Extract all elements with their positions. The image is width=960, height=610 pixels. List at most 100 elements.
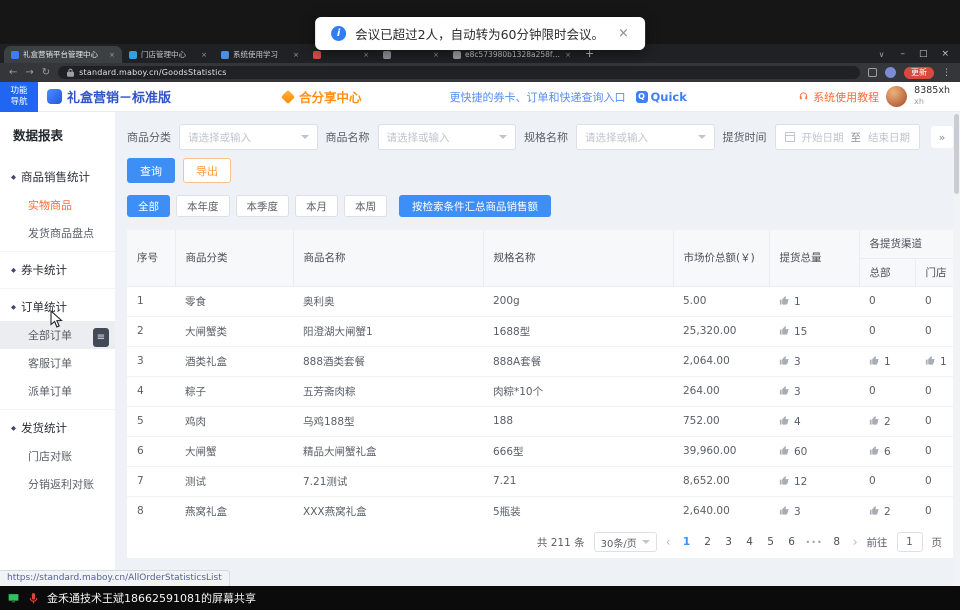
pagination: 共 211 条 30条/页 123456•••8 前往 页 — [127, 526, 960, 558]
page-number[interactable]: 3 — [722, 536, 736, 548]
sidebar-group-label-shipping-stats[interactable]: 发货统计 — [0, 414, 115, 442]
extensions-icon[interactable] — [868, 68, 877, 77]
sidebar-group-product-sales: 商品销售统计 实物商品 发货商品盘点 — [0, 159, 115, 251]
sidebar-item-rebate-reconciliation[interactable]: 分销返利对账 — [0, 470, 115, 498]
maximize-button[interactable] — [912, 49, 935, 59]
table-cell: 粽子 — [175, 376, 293, 406]
sidebar-group-shipping-stats: 发货统计 门店对账 分销返利对账 — [0, 409, 115, 502]
monitor-icon — [7, 592, 20, 605]
minimize-button[interactable] — [893, 49, 912, 59]
sidebar-group-coupon-stats: 券卡统计 — [0, 251, 115, 288]
table-body: 1零食奥利奥200g5.001002大闸蟹类阳澄湖大闸蟹11688型25,320… — [127, 286, 960, 526]
quick-tab-month[interactable]: 本月 — [295, 195, 338, 217]
forward-icon[interactable] — [25, 68, 33, 78]
tab-title: 门店管理中心 — [141, 49, 197, 60]
quick-tab-all[interactable]: 全部 — [127, 195, 170, 217]
sidebar-item-physical-goods[interactable]: 实物商品 — [0, 191, 115, 219]
channel-cell: 15 — [769, 316, 859, 346]
browser-tab[interactable]: 门店管理中心 — [122, 46, 214, 63]
group-label-text: 发货统计 — [21, 420, 67, 436]
table-cell: 888A套餐 — [483, 346, 673, 376]
sidebar-item-dispatch-orders[interactable]: 派单订单 — [0, 377, 115, 405]
share-center-link[interactable]: 合分享中心 — [283, 87, 362, 106]
sidebar-group-label-product-sales[interactable]: 商品销售统计 — [0, 163, 115, 191]
browser-tab[interactable]: 系统使用学习 — [214, 46, 306, 63]
channel-cell: 2 — [859, 406, 915, 436]
toast-close-icon[interactable] — [618, 26, 629, 41]
user-avatar[interactable] — [886, 86, 907, 107]
browser-update-badge[interactable]: 更新 — [904, 67, 934, 79]
page-number[interactable]: 1 — [680, 536, 694, 548]
sidebar-item-service-orders[interactable]: 客服订单 — [0, 349, 115, 377]
url-bar[interactable]: standard.maboy.cn/GoodsStatistics — [58, 66, 860, 79]
tab-close-icon[interactable] — [293, 51, 299, 59]
action-row: 查询 导出 — [127, 158, 960, 183]
back-icon[interactable] — [9, 68, 17, 78]
tab-close-icon[interactable] — [433, 51, 439, 59]
date-start-placeholder: 开始日期 — [802, 130, 844, 145]
sidebar-drag-handle[interactable] — [93, 328, 109, 347]
date-range-picker[interactable]: 开始日期 至 结束日期 — [775, 124, 921, 150]
tab-close-icon[interactable] — [363, 51, 369, 59]
quick-tab-quarter[interactable]: 本季度 — [236, 195, 290, 217]
sidebar-item-store-reconciliation[interactable]: 门店对账 — [0, 442, 115, 470]
thumb-up-icon — [779, 325, 790, 336]
page-number[interactable]: 2 — [701, 536, 715, 548]
next-page-icon[interactable] — [853, 535, 858, 549]
function-nav-button[interactable]: 功能 导航 — [0, 82, 38, 112]
page-size-select[interactable]: 30条/页 — [594, 532, 657, 552]
quick-tab-week[interactable]: 本周 — [344, 195, 387, 217]
sidebar-group-label-coupon-stats[interactable]: 券卡统计 — [0, 256, 115, 284]
page-number[interactable]: 5 — [764, 536, 778, 548]
close-window-button[interactable] — [934, 49, 956, 59]
goto-page-input[interactable] — [897, 532, 923, 552]
scrollbar-thumb[interactable] — [954, 114, 959, 194]
prev-page-icon[interactable] — [666, 535, 671, 549]
table-row: 5鸡肉乌鸡188型188752.00420 — [127, 406, 960, 436]
tab-favicon — [453, 51, 461, 59]
app-logo-text: 礼盒营销－标准版 — [67, 87, 171, 106]
total-count: 共 211 条 — [537, 535, 585, 550]
channel-cell: 0 — [859, 466, 915, 496]
browser-profile-avatar[interactable] — [885, 67, 896, 78]
page-number[interactable]: 4 — [743, 536, 757, 548]
summary-by-filter-button[interactable]: 按检索条件汇总商品销售额 — [399, 195, 551, 217]
tab-close-icon[interactable] — [201, 51, 207, 59]
browser-tab-active[interactable]: 礼盒营销平台管理中心 — [4, 46, 122, 63]
tab-search-icon[interactable] — [879, 50, 885, 59]
tutorial-link[interactable]: 系统使用教程 — [798, 89, 879, 105]
sidebar-group-label-order-stats[interactable]: 订单统计 — [0, 293, 115, 321]
channel-cell: 0 — [859, 316, 915, 346]
tab-favicon — [221, 51, 229, 59]
filter-label-product-name: 商品名称 — [326, 129, 370, 145]
channel-cell: 3 — [769, 376, 859, 406]
quick-link[interactable]: Q Quick — [636, 90, 687, 104]
reload-icon[interactable] — [42, 68, 50, 78]
export-button[interactable]: 导出 — [183, 158, 231, 183]
page-number[interactable]: 8 — [830, 536, 844, 548]
channel-cell: 12 — [769, 466, 859, 496]
thumb-up-icon — [869, 445, 880, 456]
chevron-down-icon — [698, 135, 706, 139]
channel-cell: 0 — [859, 376, 915, 406]
channel-cell: 3 — [769, 496, 859, 526]
search-button[interactable]: 查询 — [127, 158, 175, 183]
collapse-filters-icon[interactable] — [931, 126, 953, 148]
table-cell: 5瓶装 — [483, 496, 673, 526]
browser-menu-icon[interactable] — [942, 68, 951, 78]
fn-btn-line1: 功能 — [10, 86, 27, 97]
page-number[interactable]: 6 — [785, 536, 799, 548]
channel-count: 60 — [794, 446, 807, 458]
category-select[interactable]: 请选择或输入 — [179, 124, 318, 150]
quick-tab-year[interactable]: 本年度 — [176, 195, 230, 217]
vertical-scrollbar[interactable] — [953, 112, 960, 586]
tab-close-icon[interactable] — [565, 51, 571, 59]
tab-close-icon[interactable] — [109, 51, 115, 59]
sidebar-item-shipment-inventory[interactable]: 发货商品盘点 — [0, 219, 115, 247]
channel-cell: 0 — [859, 286, 915, 316]
table-cell: 五芳斋肉粽 — [293, 376, 483, 406]
spec-name-select[interactable]: 请选择或输入 — [576, 124, 715, 150]
page-ellipsis[interactable]: ••• — [806, 538, 823, 547]
user-info[interactable]: 8385xh xh — [914, 86, 950, 106]
product-name-select[interactable]: 请选择或输入 — [378, 124, 517, 150]
